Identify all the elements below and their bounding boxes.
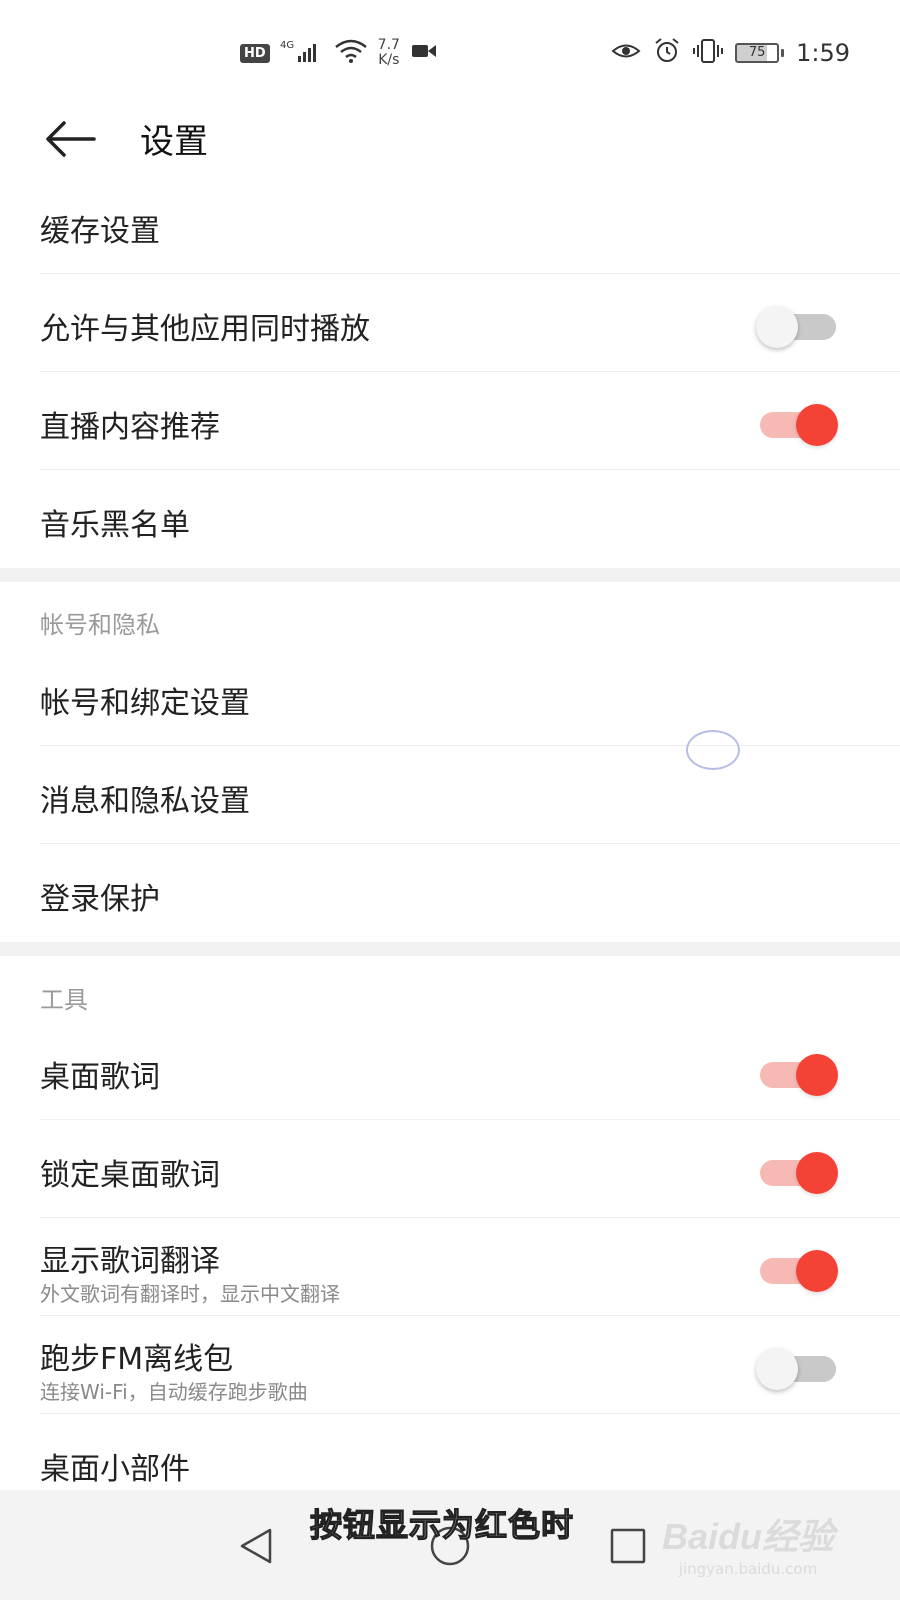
battery-tip	[781, 49, 785, 57]
watermark-url: jingyan.baidu.com	[678, 1560, 818, 1578]
section-title-account: 帐号和隐私	[40, 611, 160, 639]
running-fm-offline-toggle[interactable]	[756, 1348, 836, 1390]
setting-live-recommendation[interactable]: 直播内容推荐	[0, 372, 900, 470]
setting-label: 锁定桌面歌词	[40, 1158, 220, 1193]
network-speed-value: 7.7	[377, 37, 400, 53]
video-caption: 按钮显示为红色时	[309, 1505, 575, 1544]
setting-description: 外文歌词有翻译时，显示中文翻译	[40, 1282, 340, 1306]
toggle-knob	[756, 1348, 798, 1390]
setting-label: 允许与其他应用同时播放	[40, 312, 370, 347]
setting-label: 桌面小部件	[40, 1452, 190, 1487]
video-camera-icon	[410, 41, 438, 65]
setting-message-privacy[interactable]: 消息和隐私设置	[0, 746, 900, 844]
setting-label: 消息和隐私设置	[40, 784, 250, 819]
setting-label: 缓存设置	[40, 214, 160, 249]
desktop-lyrics-toggle[interactable]	[756, 1054, 838, 1096]
touch-indicator	[686, 730, 740, 770]
status-right-group: 75 1:59	[611, 36, 850, 70]
back-button[interactable]	[40, 114, 100, 164]
network-speed-unit: K/s	[378, 52, 400, 68]
setting-cache[interactable]: 缓存设置	[0, 176, 900, 274]
setting-label: 音乐黑名单	[40, 508, 190, 543]
setting-account-binding[interactable]: 帐号和绑定设置	[0, 648, 900, 746]
setting-desktop-lyrics[interactable]: 桌面歌词	[0, 1022, 900, 1120]
status-bar: HD 4G 7.7 K/s 75 1:59	[0, 0, 900, 100]
clock-time: 1:59	[796, 39, 850, 67]
alarm-clock-icon	[653, 38, 681, 68]
section-title-tools: 工具	[40, 986, 88, 1014]
svg-text:4G: 4G	[280, 40, 294, 51]
setting-lock-desktop-lyrics[interactable]: 锁定桌面歌词	[0, 1120, 900, 1218]
nav-back-button[interactable]	[226, 1518, 286, 1574]
setting-label: 帐号和绑定设置	[40, 686, 250, 721]
toggle-knob	[796, 1152, 838, 1194]
vibrate-icon	[693, 38, 724, 68]
arrow-left-icon	[46, 121, 96, 157]
section-separator	[0, 942, 900, 956]
setting-lyrics-translation[interactable]: 显示歌词翻译 外文歌词有翻译时，显示中文翻译	[0, 1218, 900, 1316]
setting-login-protection[interactable]: 登录保护	[0, 844, 900, 942]
wifi-icon	[334, 38, 368, 68]
toggle-knob	[756, 306, 798, 348]
toggle-knob	[796, 1054, 838, 1096]
setting-running-fm-offline[interactable]: 跑步FM离线包 连接Wi-Fi，自动缓存跑步歌曲	[0, 1316, 900, 1414]
toggle-knob	[796, 1250, 838, 1292]
hd-badge: HD	[240, 43, 270, 63]
nav-recents-button[interactable]	[598, 1518, 658, 1574]
setting-description: 连接Wi-Fi，自动缓存跑步歌曲	[40, 1380, 308, 1404]
battery-level: 75	[735, 43, 780, 63]
concurrent-playback-toggle[interactable]	[756, 306, 836, 348]
setting-music-blacklist[interactable]: 音乐黑名单	[0, 470, 900, 568]
eye-icon	[611, 40, 641, 66]
toggle-knob	[796, 404, 838, 446]
battery-indicator: 75	[735, 43, 785, 63]
setting-label: 跑步FM离线包	[40, 1342, 234, 1377]
setting-label: 桌面歌词	[40, 1060, 160, 1095]
network-speed: 7.7 K/s	[378, 38, 400, 68]
setting-label: 直播内容推荐	[40, 410, 220, 445]
setting-label: 登录保护	[40, 882, 160, 917]
status-left-group: HD 4G 7.7 K/s	[240, 36, 438, 70]
page-title: 设置	[140, 122, 208, 162]
watermark-logo: Baidu经验	[661, 1516, 834, 1557]
section-separator	[0, 568, 900, 582]
setting-allow-concurrent-playback[interactable]: 允许与其他应用同时播放	[0, 274, 900, 372]
live-recommendation-toggle[interactable]	[756, 404, 838, 446]
lock-desktop-lyrics-toggle[interactable]	[756, 1152, 838, 1194]
signal-icon: 4G	[280, 38, 324, 68]
triangle-back-icon	[240, 1528, 272, 1564]
lyrics-translation-toggle[interactable]	[756, 1250, 838, 1292]
baidu-watermark: Baidu经验 jingyan.baidu.com	[662, 1508, 834, 1578]
setting-label: 显示歌词翻译	[40, 1244, 220, 1279]
square-recents-icon	[610, 1528, 646, 1564]
